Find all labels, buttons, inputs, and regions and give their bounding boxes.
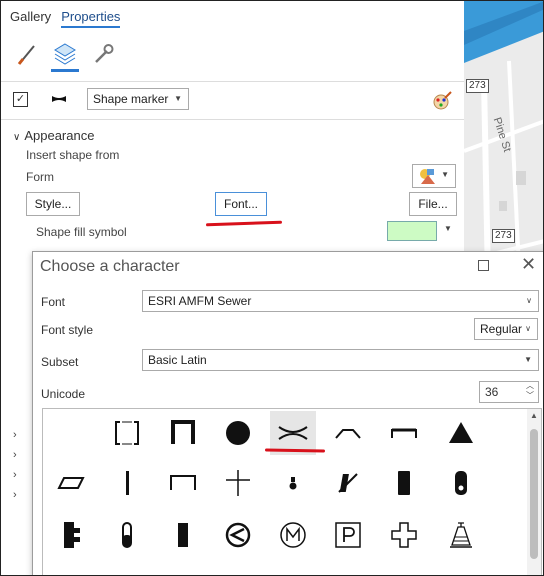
symbol-type-select[interactable]: Shape marker ▼ bbox=[87, 88, 189, 110]
parallelogram-icon[interactable] bbox=[48, 461, 94, 505]
filled-circle-icon[interactable] bbox=[215, 411, 261, 455]
square-brackets-icon[interactable] bbox=[104, 411, 150, 455]
form-select[interactable]: ▼ bbox=[412, 164, 456, 188]
boxed-p-icon[interactable] bbox=[325, 513, 371, 557]
filled-tall-rect-icon[interactable] bbox=[160, 513, 206, 557]
plus-outline-icon[interactable] bbox=[381, 513, 427, 557]
divider bbox=[1, 81, 464, 82]
bracket-top-icon[interactable] bbox=[381, 411, 427, 455]
choose-character-dialog: Choose a character ✕ Font ESRI AMFM Sewe… bbox=[32, 251, 543, 575]
arch-icon[interactable] bbox=[325, 411, 371, 455]
character-grid[interactable]: ▲ bbox=[42, 408, 542, 575]
window-frame: 273 273 Pine St Gallery Properties ✓ Sha… bbox=[0, 0, 544, 576]
route-shield: 273 bbox=[492, 229, 515, 243]
chevron-right-icon[interactable]: › bbox=[13, 449, 17, 461]
chevron-down-icon[interactable]: ▼ bbox=[444, 224, 452, 233]
close-icon[interactable]: ✕ bbox=[521, 254, 536, 275]
chevron-down-icon: ▼ bbox=[441, 170, 449, 179]
unicode-label: Unicode bbox=[41, 387, 86, 401]
shapes-icon bbox=[420, 169, 435, 184]
tab-gallery[interactable]: Gallery bbox=[10, 9, 51, 28]
pill-icon[interactable] bbox=[438, 461, 484, 505]
chevron-right-icon[interactable]: › bbox=[13, 469, 17, 481]
font-label: Font bbox=[41, 295, 66, 309]
subset-select[interactable]: Basic Latin ▼ bbox=[142, 349, 539, 371]
dialog-title: Choose a character bbox=[40, 258, 180, 275]
font-select[interactable]: ESRI AMFM Sewer ∨ bbox=[142, 290, 539, 312]
font-button[interactable]: Font... bbox=[215, 192, 267, 216]
open-bracket-icon[interactable] bbox=[160, 461, 206, 505]
open-rect-icon[interactable] bbox=[160, 411, 206, 455]
marker-preview-icon bbox=[51, 93, 67, 108]
scrollbar-thumb[interactable] bbox=[530, 429, 538, 559]
form-label: Form bbox=[26, 170, 54, 184]
insert-shape-label: Insert shape from bbox=[26, 148, 120, 162]
filled-rect-icon[interactable] bbox=[381, 461, 427, 505]
style-button[interactable]: Style... bbox=[26, 192, 80, 216]
red-underline-annotation bbox=[205, 220, 283, 227]
maximize-icon[interactable] bbox=[478, 260, 489, 271]
brush-icon[interactable] bbox=[13, 39, 41, 69]
route-shield: 273 bbox=[466, 79, 489, 93]
flag-rect-icon[interactable] bbox=[48, 513, 94, 557]
font-style-label: Font style bbox=[41, 323, 94, 337]
pane-tabs: Gallery Properties bbox=[10, 9, 121, 28]
small-pill-icon[interactable] bbox=[104, 513, 150, 557]
vertical-scrollbar[interactable]: ▲ bbox=[527, 409, 541, 575]
property-subtabs bbox=[13, 39, 117, 72]
layers-icon[interactable] bbox=[51, 39, 79, 72]
vertical-bar-icon[interactable] bbox=[104, 461, 150, 505]
wrench-icon[interactable] bbox=[89, 39, 117, 69]
circled-m-icon[interactable] bbox=[270, 513, 316, 557]
cone-icon[interactable] bbox=[438, 513, 484, 557]
chevron-down-icon: ∨ bbox=[526, 296, 532, 305]
shape-fill-label: Shape fill symbol bbox=[36, 225, 127, 239]
appearance-section-header[interactable]: ∨ Appearance bbox=[13, 128, 94, 143]
chevron-down-icon: ∨ bbox=[13, 132, 21, 143]
subset-value: Basic Latin bbox=[148, 353, 207, 367]
font-value: ESRI AMFM Sewer bbox=[148, 294, 252, 308]
tab-properties[interactable]: Properties bbox=[61, 9, 121, 28]
appearance-title: Appearance bbox=[24, 128, 95, 143]
stepper-arrows-icon[interactable]: ︿ ﹀ bbox=[526, 381, 534, 401]
divider bbox=[1, 119, 464, 120]
file-button[interactable]: File... bbox=[409, 192, 457, 216]
small-lock-icon[interactable] bbox=[270, 461, 316, 505]
font-style-value: Regular bbox=[480, 322, 523, 336]
unicode-value: 36 bbox=[485, 385, 499, 399]
chevron-down-icon: ▼ bbox=[524, 355, 532, 364]
chevron-right-icon[interactable]: › bbox=[13, 429, 17, 441]
cross-line-icon[interactable] bbox=[215, 461, 261, 505]
filled-triangle-icon[interactable] bbox=[438, 411, 484, 455]
shape-fill-color-swatch[interactable] bbox=[387, 221, 437, 241]
scroll-up-icon[interactable]: ▲ bbox=[530, 411, 538, 420]
chevron-down-icon: ▼ bbox=[174, 94, 182, 103]
slash-valve-icon[interactable] bbox=[325, 461, 371, 505]
unicode-stepper[interactable]: 36 ︿ ﹀ bbox=[479, 381, 539, 403]
chevron-down-icon: ∨ bbox=[525, 324, 531, 333]
font-style-select[interactable]: Regular ∨ bbox=[474, 318, 538, 340]
chevron-right-icon[interactable]: › bbox=[13, 489, 17, 501]
palette-icon[interactable] bbox=[432, 91, 452, 114]
subset-label: Subset bbox=[41, 355, 79, 369]
symbol-type-value: Shape marker bbox=[93, 92, 169, 106]
circle-arrow-icon[interactable] bbox=[215, 513, 261, 557]
layer-visibility-checkbox[interactable]: ✓ bbox=[13, 92, 28, 107]
